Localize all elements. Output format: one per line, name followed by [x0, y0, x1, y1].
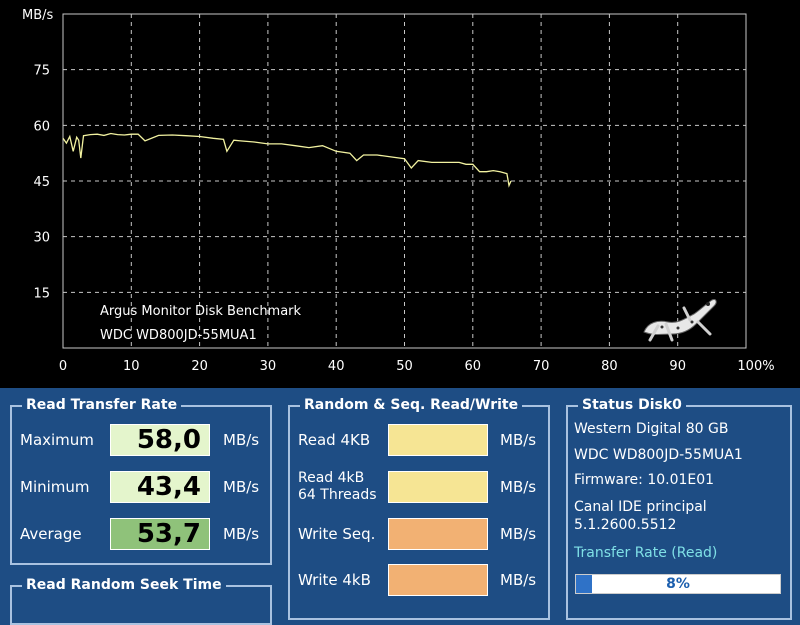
panel-title: Status Disk0: [578, 397, 686, 413]
read-4kb-value: [388, 424, 488, 456]
maximum-value: 58,0: [110, 424, 210, 456]
average-label: Average: [20, 525, 82, 543]
x-tick-label: 40: [328, 359, 345, 374]
read-4kb-threads-line2: 64 Threads: [298, 487, 377, 503]
benchmark-graph-area: 15 30 45 60 75 0 10 20 30 40 50 60 70 80 90 100% MB/s …: [0, 0, 800, 388]
x-tick-label: 10: [123, 359, 140, 374]
progress-text: 8%: [666, 576, 690, 592]
y-tick-label: 45: [33, 175, 50, 190]
panel-title: Random & Seq. Read/Write: [300, 397, 523, 413]
minimum-unit: MB/s: [223, 478, 260, 496]
y-tick-label: 60: [33, 119, 50, 134]
status-os-version: 5.1.2600.5512: [574, 517, 677, 533]
y-tick-label: 75: [33, 64, 50, 79]
read-4kb-threads-line1: Read 4kB: [298, 470, 365, 486]
x-tick-label: 60: [465, 359, 482, 374]
average-unit: MB/s: [223, 525, 260, 543]
x-tick-label: 70: [533, 359, 550, 374]
chart-annotation-disk: WDC WD800JD-55MUA1: [100, 328, 257, 343]
panel-title: Read Transfer Rate: [22, 397, 182, 413]
maximum-unit: MB/s: [223, 431, 260, 449]
read-4kb-threads-value: [388, 471, 488, 503]
status-channel: Canal IDE principal: [574, 499, 707, 515]
write-seq-label: Write Seq.: [298, 525, 376, 543]
x-tick-label: 30: [260, 359, 277, 374]
transfer-rate-label: Transfer Rate (Read): [574, 545, 718, 561]
maximum-label: Maximum: [20, 431, 94, 449]
y-tick-label: 15: [33, 286, 50, 301]
x-tick-label: 50: [396, 359, 413, 374]
minimum-value: 43,4: [110, 471, 210, 503]
average-value: 53,7: [110, 518, 210, 550]
x-tick-label: 20: [191, 359, 208, 374]
write-seq-unit: MB/s: [500, 525, 537, 543]
read-4kb-threads-unit: MB/s: [500, 478, 537, 496]
write-seq-value: [388, 518, 488, 550]
read-random-seek-time-panel: Read Random Seek Time: [10, 577, 272, 625]
read-4kb-unit: MB/s: [500, 431, 537, 449]
read-4kb-label: Read 4KB: [298, 431, 371, 449]
transfer-rate-chart: 1530456075 0 10 20 30 40 50 60 70 80 90 100% MB/s …: [22, 8, 775, 374]
minimum-label: Minimum: [20, 478, 90, 496]
write-4kb-value: [388, 564, 488, 596]
panel-title: Read Random Seek Time: [22, 577, 226, 593]
y-tick-label: 30: [33, 231, 50, 246]
status-model: WDC WD800JD-55MUA1: [574, 447, 743, 463]
read-4kb-threads-label: Read 4kB 64 Threads: [298, 470, 377, 504]
x-tick-label: 80: [601, 359, 618, 374]
status-firmware: Firmware: 10.01E01: [574, 472, 715, 488]
status-vendor: Western Digital 80 GB: [574, 421, 729, 437]
transfer-progress-bar: 8%: [575, 574, 781, 594]
x-tick-label: 100%: [737, 359, 774, 374]
x-tick-label: 0: [59, 359, 67, 374]
x-tick-label: 90: [669, 359, 686, 374]
write-4kb-label: Write 4kB: [298, 571, 371, 589]
y-axis-label: MB/s: [22, 8, 54, 23]
chart-annotation-title: Argus Monitor Disk Benchmark: [100, 304, 302, 319]
write-4kb-unit: MB/s: [500, 571, 537, 589]
